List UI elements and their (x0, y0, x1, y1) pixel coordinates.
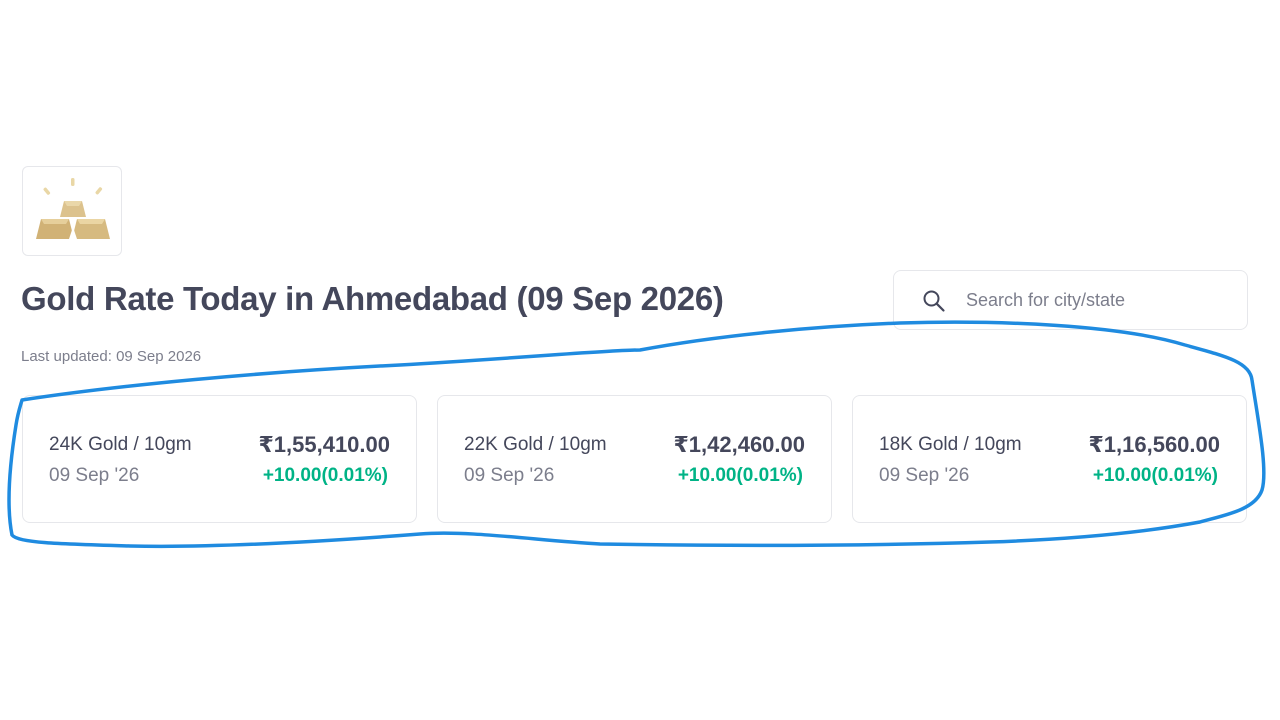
card-change: +10.00(0.01%) (262, 465, 388, 486)
gold-bars-icon (36, 178, 110, 239)
card-price: ₹1,16,560.00 (1088, 432, 1220, 457)
rate-card-24k[interactable]: 24K Gold / 10gm 09 Sep '26 ₹1,55,410.00 … (22, 395, 417, 523)
gold-logo (22, 166, 122, 256)
card-date: 09 Sep '26 (464, 465, 555, 486)
card-label: 18K Gold / 10gm (879, 434, 1022, 455)
city-search-box[interactable] (893, 270, 1248, 330)
search-input[interactable] (966, 283, 1236, 317)
last-updated-text: Last updated: 09 Sep 2026 (21, 348, 202, 365)
rate-card-18k[interactable]: 18K Gold / 10gm 09 Sep '26 ₹1,16,560.00 … (852, 395, 1247, 523)
card-change: +10.00(0.01%) (1092, 465, 1218, 486)
rate-card-22k[interactable]: 22K Gold / 10gm 09 Sep '26 ₹1,42,460.00 … (437, 395, 832, 523)
card-date: 09 Sep '26 (49, 465, 140, 486)
card-label: 22K Gold / 10gm (464, 434, 607, 455)
card-date: 09 Sep '26 (879, 465, 970, 486)
card-price: ₹1,55,410.00 (258, 432, 390, 457)
search-icon[interactable] (922, 289, 946, 313)
page-title: Gold Rate Today in Ahmedabad (09 Sep 202… (21, 280, 724, 317)
card-price: ₹1,42,460.00 (673, 432, 805, 457)
card-change: +10.00(0.01%) (677, 465, 803, 486)
card-label: 24K Gold / 10gm (49, 434, 192, 455)
